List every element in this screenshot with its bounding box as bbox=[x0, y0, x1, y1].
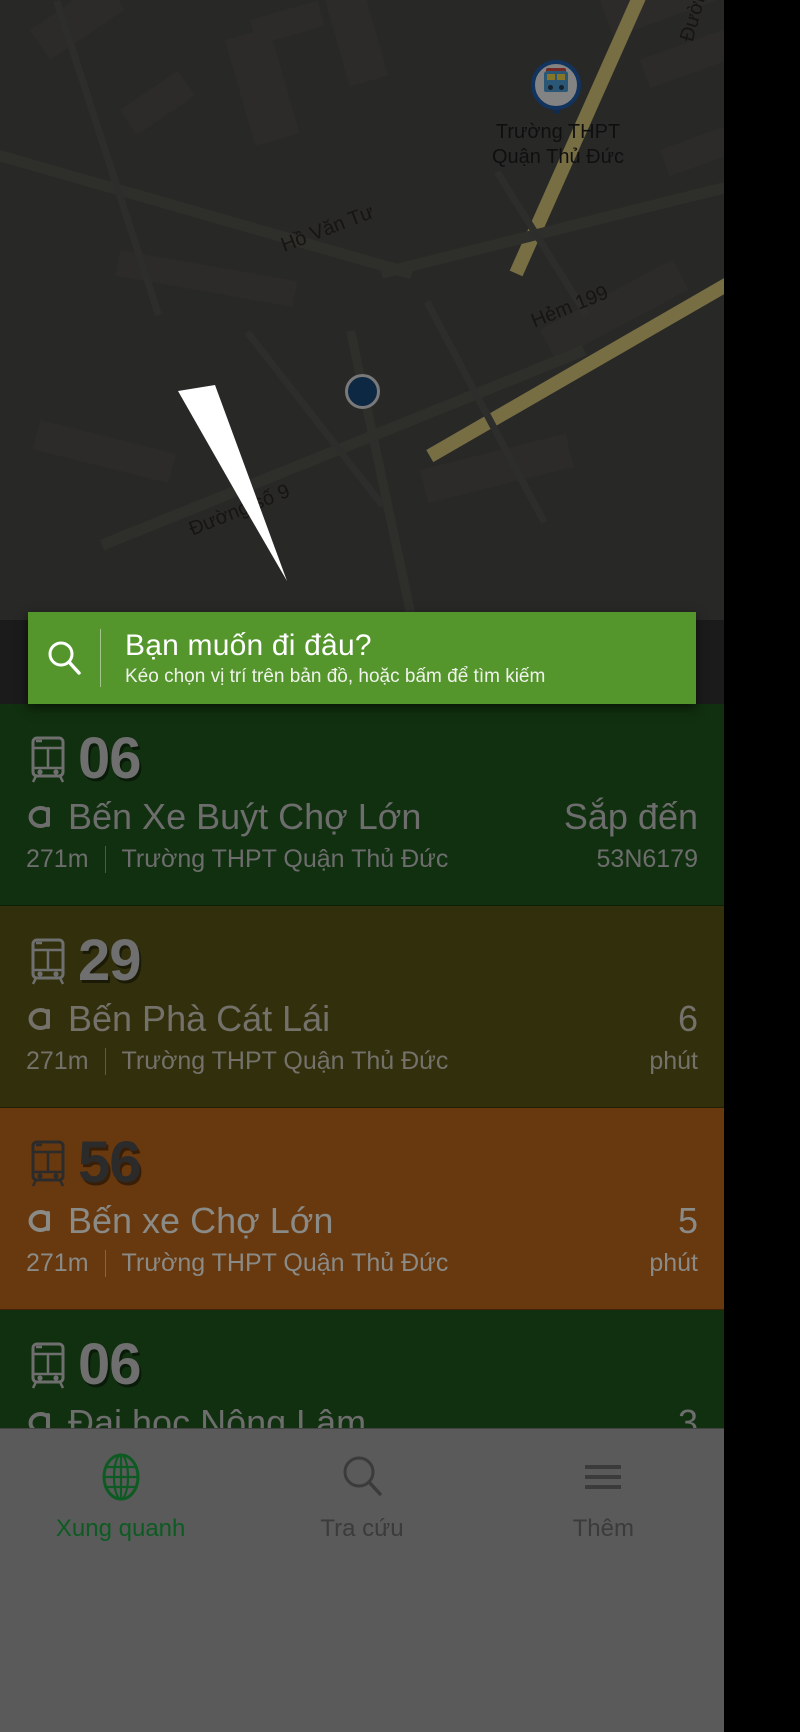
route-distance: 271m bbox=[26, 845, 89, 873]
route-row[interactable]: 56 Bến xe Chợ Lớn 271m Trường THPT Quận Thủ… bbox=[0, 1108, 724, 1310]
tab-label: Tra cứu bbox=[320, 1515, 404, 1542]
route-eta: Sắp đến bbox=[563, 796, 698, 837]
search-icon-wrap bbox=[28, 612, 100, 704]
route-meta: 271m Trường THPT Quận Thủ Đức bbox=[26, 1046, 448, 1076]
route-number: 06 bbox=[78, 726, 142, 791]
meta-divider bbox=[104, 845, 106, 873]
search-text-block[interactable]: Bạn muốn đi đâu? Kéo chọn vị trí trên bả… bbox=[101, 629, 545, 688]
marker-bus-wheel bbox=[548, 85, 553, 90]
map-block bbox=[120, 70, 195, 135]
marker-bus-window bbox=[547, 74, 555, 80]
route-number: 56 bbox=[78, 1130, 142, 1195]
globe-icon bbox=[102, 1453, 140, 1501]
tab-list: Xung quanh Tra cứu Thêm bbox=[0, 1429, 724, 1569]
route-destination: Đại học Nông Lâm bbox=[68, 1402, 367, 1428]
map-poi-label-line2: Quận Thủ Đức bbox=[492, 146, 624, 168]
route-row[interactable]: 06Đại học Nông Lâm271mTrường THPT Quận T… bbox=[0, 1310, 724, 1428]
map-poi-label-line1: Trường THPT bbox=[495, 121, 621, 143]
route-left: Bến xe Chợ Lớn 271m Trường THPT Quận Thủ Đ… bbox=[26, 1196, 448, 1278]
route-meta: 271m Trường THPT Quận Thủ Đức bbox=[26, 844, 448, 874]
search-icon bbox=[343, 1456, 382, 1496]
route-body: Bến Phà Cát Lái 271m Trường THPT Quận Thủ … bbox=[26, 994, 698, 1076]
route-destination: Bến xe Chợ Lớn bbox=[68, 1200, 334, 1241]
route-distance: 271m bbox=[26, 1249, 89, 1277]
route-destination: Bến Phà Cát Lái bbox=[68, 998, 331, 1039]
tab-tra-cuu[interactable]: Tra cứu bbox=[241, 1451, 482, 1569]
map-block bbox=[225, 27, 300, 146]
bottom-tab-bar[interactable]: Xung quanh Tra cứu Thêm bbox=[0, 1428, 724, 1732]
bus-icon bbox=[31, 736, 65, 783]
marker-bus-wheel bbox=[559, 85, 564, 90]
route-eta: 6 bbox=[677, 998, 698, 1039]
route-stop-name: Trường THPT Quận Thủ Đức bbox=[121, 1047, 449, 1075]
bus-icon bbox=[31, 1140, 65, 1187]
map-block bbox=[250, 0, 325, 45]
route-destination-line: Bến xe Chợ Lớn bbox=[26, 1200, 448, 1242]
tab-them[interactable]: Thêm bbox=[483, 1451, 724, 1569]
app-screen: Hồ Văn Tư Hẻm 199 Đường số 9 Đường Trườn… bbox=[0, 0, 800, 1732]
route-eta: 3 bbox=[677, 1402, 698, 1428]
nearby-route-list[interactable]: 06 Bến Xe Buýt Chợ Lớn 271m Trường THPT Quậ… bbox=[0, 704, 724, 1428]
map-view[interactable]: Hồ Văn Tư Hẻm 199 Đường số 9 Đường Trườn… bbox=[0, 0, 724, 620]
hamburger-menu-icon bbox=[585, 1465, 622, 1489]
loop-arrow-icon bbox=[28, 1412, 50, 1428]
map-road bbox=[53, 0, 162, 317]
tab-xung-quanh[interactable]: Xung quanh bbox=[0, 1451, 241, 1569]
search-icon bbox=[48, 641, 81, 675]
user-location-dot-icon bbox=[345, 374, 380, 409]
marker-bus-window bbox=[557, 74, 565, 80]
loop-arrow-icon bbox=[28, 1008, 50, 1030]
route-head: 06 bbox=[26, 726, 698, 792]
route-head: 06 bbox=[26, 1332, 698, 1398]
route-meta: 271m Trường THPT Quận Thủ Đức bbox=[26, 1248, 448, 1278]
loop-arrow-icon bbox=[28, 1210, 50, 1232]
route-eta: 5 bbox=[677, 1200, 698, 1241]
route-eta-sub: 53N6179 bbox=[596, 845, 698, 873]
screen-edge-fill bbox=[724, 0, 800, 1732]
tab-label: Thêm bbox=[572, 1515, 634, 1542]
route-left: Bến Phà Cát Lái 271m Trường THPT Quận Thủ … bbox=[26, 994, 448, 1076]
loop-arrow-icon bbox=[28, 806, 50, 828]
arrow-pointer-icon bbox=[178, 385, 287, 581]
route-body: Bến Xe Buýt Chợ Lớn 271m Trường THPT Quận … bbox=[26, 792, 698, 874]
route-stop-name: Trường THPT Quận Thủ Đức bbox=[121, 1249, 449, 1277]
route-destination-line: Bến Phà Cát Lái bbox=[26, 998, 448, 1040]
route-right: Sắp đến 53N6179 bbox=[546, 792, 698, 874]
meta-divider bbox=[104, 1249, 106, 1277]
route-destination-line: Đại học Nông Lâm bbox=[26, 1402, 448, 1428]
route-right: 6 phút bbox=[631, 994, 698, 1076]
route-eta-sub: phút bbox=[649, 1047, 698, 1075]
meta-divider bbox=[104, 1047, 106, 1075]
map-poi-label: Trường THPT Quận Thủ Đức bbox=[468, 120, 648, 170]
route-number: 29 bbox=[78, 928, 142, 993]
search-title: Bạn muốn đi đâu? bbox=[125, 628, 372, 662]
route-row[interactable]: 29 Bến Phà Cát Lái 271m Trường THPT Quận Th… bbox=[0, 906, 724, 1108]
route-stop-name: Trường THPT Quận Thủ Đức bbox=[121, 845, 449, 873]
route-body: Bến xe Chợ Lớn 271m Trường THPT Quận Thủ Đ… bbox=[26, 1196, 698, 1278]
bus-icon bbox=[31, 938, 65, 985]
tab-label: Xung quanh bbox=[55, 1515, 186, 1542]
route-destination-line: Bến Xe Buýt Chợ Lớn bbox=[26, 796, 448, 838]
route-head: 29 bbox=[26, 928, 698, 994]
map-block bbox=[325, 0, 389, 87]
route-body: Đại học Nông Lâm271mTrường THPT Quận Thủ… bbox=[26, 1398, 698, 1428]
route-head: 56 bbox=[26, 1130, 698, 1196]
route-right: 3phút bbox=[631, 1398, 698, 1428]
bus-icon bbox=[31, 1342, 65, 1389]
search-bar[interactable]: Bạn muốn đi đâu? Kéo chọn vị trí trên bả… bbox=[28, 612, 696, 704]
route-number: 06 bbox=[78, 1332, 142, 1397]
route-left: Bến Xe Buýt Chợ Lớn 271m Trường THPT Quận … bbox=[26, 792, 448, 874]
route-row[interactable]: 06 Bến Xe Buýt Chợ Lớn 271m Trường THPT Quậ… bbox=[0, 704, 724, 906]
route-eta-sub: phút bbox=[649, 1249, 698, 1277]
map-block bbox=[32, 420, 176, 483]
route-right: 5 phút bbox=[631, 1196, 698, 1278]
map-block bbox=[660, 122, 724, 177]
route-destination: Bến Xe Buýt Chợ Lớn bbox=[68, 796, 422, 837]
search-subtitle: Kéo chọn vị trí trên bản đồ, hoặc bấm để… bbox=[125, 665, 546, 687]
map-block bbox=[30, 0, 125, 60]
route-distance: 271m bbox=[26, 1047, 89, 1075]
bus-stop-marker-icon[interactable] bbox=[531, 52, 581, 114]
route-left: Đại học Nông Lâm271mTrường THPT Quận Thủ… bbox=[26, 1398, 448, 1428]
